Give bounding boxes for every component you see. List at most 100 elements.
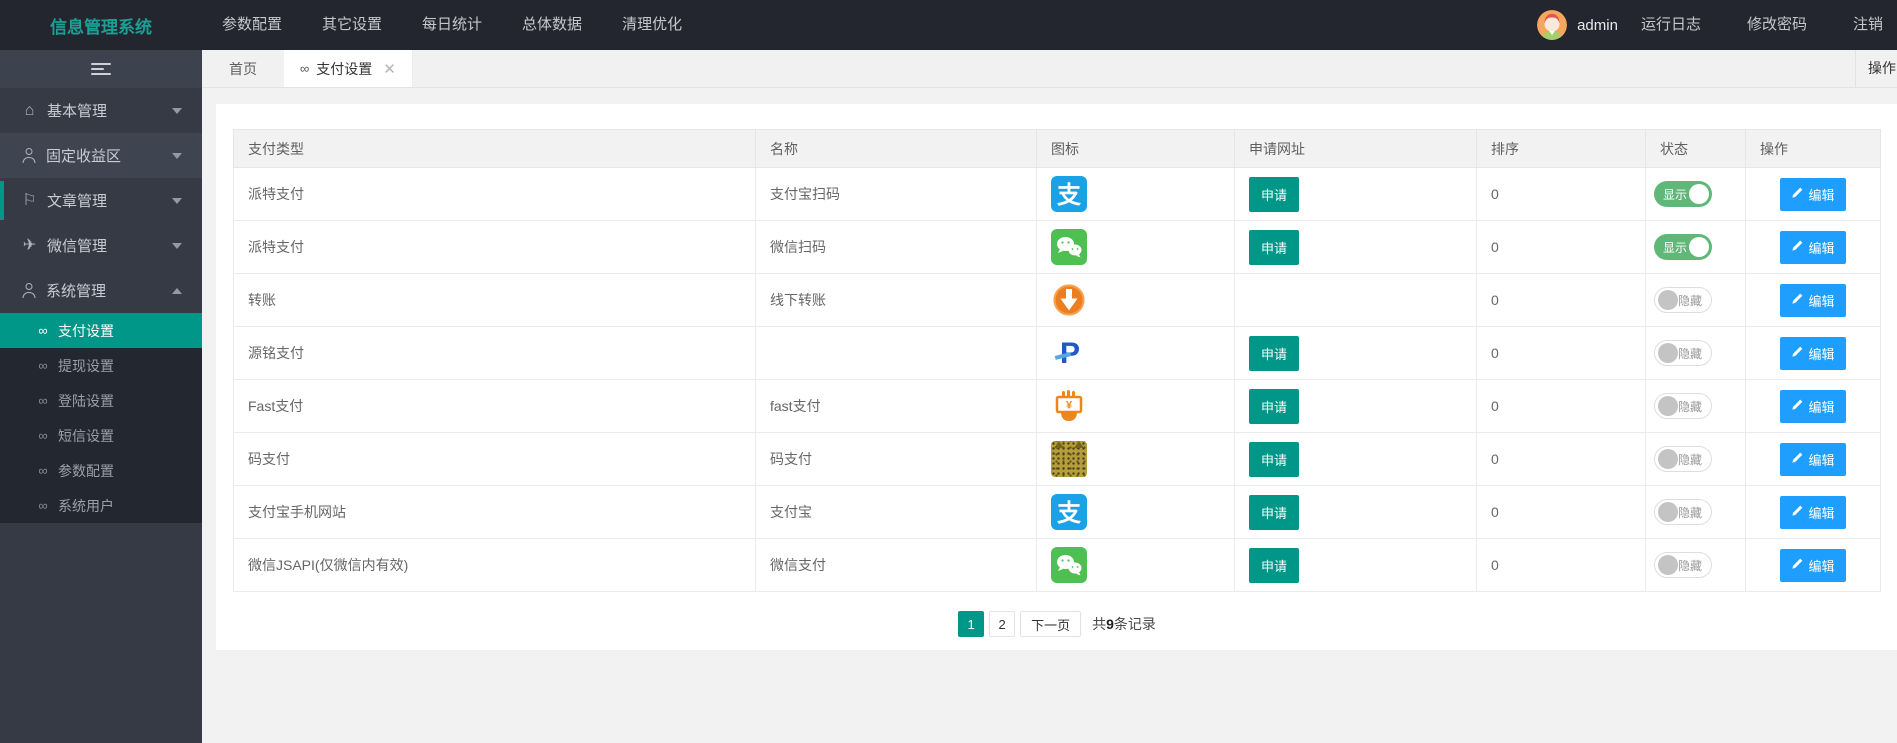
top-menu-item[interactable]: 清理优化 <box>602 0 702 50</box>
top-menu-item[interactable]: 其它设置 <box>302 0 402 50</box>
chevron-down-icon <box>172 108 182 114</box>
navbar-right-item[interactable]: 修改密码 <box>1724 0 1830 50</box>
sidebar-item-label: 固定收益区 <box>46 145 121 166</box>
page-button[interactable]: 2 <box>989 611 1015 637</box>
tab-bar: 首页 ∞ 支付设置 ✕ 操作 <box>202 50 1897 88</box>
edit-button[interactable]: 编辑 <box>1780 549 1845 582</box>
edit-pencil-icon <box>1791 187 1803 202</box>
tab-operations-dropdown[interactable]: 操作 <box>1855 50 1897 87</box>
status-toggle[interactable]: 隐藏 <box>1654 393 1712 419</box>
edit-button[interactable]: 编辑 <box>1780 337 1845 370</box>
top-menu-item[interactable]: 参数配置 <box>202 0 302 50</box>
toggle-label: 隐藏 <box>1678 504 1702 521</box>
sidebar-menu: ⌂基本管理固定收益区⚐文章管理✈微信管理系统管理∞支付设置∞提现设置∞登陆设置∞… <box>0 88 202 523</box>
total-suffix: 条记录 <box>1114 616 1156 632</box>
navbar-right-item[interactable]: 注销 <box>1830 0 1883 50</box>
svg-text:¥: ¥ <box>1066 400 1073 412</box>
payment-type-cell: Fast支付 <box>234 380 756 433</box>
sidebar-item[interactable]: ✈微信管理 <box>0 223 202 268</box>
submenu-item-label: 登陆设置 <box>58 391 114 411</box>
apply-button[interactable]: 申请 <box>1249 177 1299 212</box>
apply-button[interactable]: 申请 <box>1249 548 1299 583</box>
apply-button[interactable]: 申请 <box>1249 336 1299 371</box>
toggle-label: 显示 <box>1663 186 1687 203</box>
apply-button[interactable]: 申请 <box>1249 495 1299 530</box>
edit-button[interactable]: 编辑 <box>1780 443 1845 476</box>
submenu-item[interactable]: ∞提现设置 <box>0 348 202 383</box>
apply-button[interactable]: 申请 <box>1249 442 1299 477</box>
content-card: 支付类型名称图标申请网址排序状态操作 派特支付支付宝扫码支申请0显示编辑派特支付… <box>216 104 1897 650</box>
name-cell <box>756 327 1037 380</box>
action-cell: 编辑 <box>1746 274 1881 327</box>
tab-label: 支付设置 <box>316 59 372 79</box>
top-menu-item[interactable]: 每日统计 <box>402 0 502 50</box>
submenu-item[interactable]: ∞登陆设置 <box>0 383 202 418</box>
submenu-item[interactable]: ∞支付设置 <box>0 313 202 348</box>
status-toggle[interactable]: 显示 <box>1654 181 1712 207</box>
ppay-icon: P <box>1051 335 1087 371</box>
status-toggle[interactable]: 隐藏 <box>1654 340 1712 366</box>
apply-cell: 申请 <box>1235 486 1477 539</box>
apply-button[interactable]: 申请 <box>1249 230 1299 265</box>
edit-button[interactable]: 编辑 <box>1780 231 1845 264</box>
name-cell: 码支付 <box>756 433 1037 486</box>
tab-home[interactable]: 首页 <box>202 50 284 87</box>
next-page-button[interactable]: 下一页 <box>1020 611 1081 637</box>
toggle-knob <box>1658 555 1678 575</box>
status-cell: 显示 <box>1646 168 1746 221</box>
wechat-icon <box>1051 229 1087 265</box>
status-toggle[interactable]: 隐藏 <box>1654 552 1712 578</box>
username[interactable]: admin <box>1577 17 1618 34</box>
submenu-item-label: 短信设置 <box>58 426 114 446</box>
sort-cell: 0 <box>1477 486 1646 539</box>
payment-type-cell: 派特支付 <box>234 168 756 221</box>
sidebar-item[interactable]: 系统管理 <box>0 268 202 313</box>
status-toggle[interactable]: 隐藏 <box>1654 499 1712 525</box>
toggle-knob <box>1658 290 1678 310</box>
sidebar-item[interactable]: ⚐文章管理 <box>0 178 202 223</box>
sidebar-item[interactable]: ⌂基本管理 <box>0 88 202 133</box>
edit-button[interactable]: 编辑 <box>1780 496 1845 529</box>
name-cell: 支付宝扫码 <box>756 168 1037 221</box>
payments-table: 支付类型名称图标申请网址排序状态操作 派特支付支付宝扫码支申请0显示编辑派特支付… <box>233 129 1881 592</box>
table-row: 码支付码支付申请0隐藏编辑 <box>234 433 1881 486</box>
edit-button[interactable]: 编辑 <box>1780 178 1845 211</box>
submenu-item[interactable]: ∞参数配置 <box>0 453 202 488</box>
transfer-icon <box>1051 282 1087 318</box>
submenu-item[interactable]: ∞系统用户 <box>0 488 202 523</box>
table-row: 源铭支付P申请0隐藏编辑 <box>234 327 1881 380</box>
toggle-knob <box>1689 237 1709 257</box>
sidebar-collapse-button[interactable] <box>0 50 202 88</box>
edit-button[interactable]: 编辑 <box>1780 390 1845 423</box>
sort-cell: 0 <box>1477 433 1646 486</box>
submenu-item[interactable]: ∞短信设置 <box>0 418 202 453</box>
column-header: 支付类型 <box>234 130 756 168</box>
table-row: 转账线下转账0隐藏编辑 <box>234 274 1881 327</box>
pagination: 12下一页共9条记录 <box>233 611 1881 637</box>
page-button-active[interactable]: 1 <box>958 611 984 637</box>
app-logo[interactable]: 信息管理系统 <box>0 13 202 38</box>
navbar-right: admin 运行日志修改密码注销 <box>1537 0 1897 50</box>
total-count: 9 <box>1106 616 1114 632</box>
alipay-icon: 支 <box>1051 176 1087 212</box>
status-toggle[interactable]: 隐藏 <box>1654 287 1712 313</box>
fastpay-icon: ¥ <box>1051 388 1087 424</box>
status-toggle[interactable]: 显示 <box>1654 234 1712 260</box>
status-toggle[interactable]: 隐藏 <box>1654 446 1712 472</box>
top-menu-item[interactable]: 总体数据 <box>502 0 602 50</box>
toggle-label: 隐藏 <box>1678 451 1702 468</box>
sidebar-item[interactable]: 固定收益区 <box>0 133 202 178</box>
tab-payment-settings[interactable]: ∞ 支付设置 ✕ <box>284 50 413 87</box>
status-cell: 隐藏 <box>1646 327 1746 380</box>
close-icon[interactable]: ✕ <box>383 60 396 78</box>
avatar[interactable] <box>1537 10 1567 40</box>
apply-cell <box>1235 274 1477 327</box>
icon-cell <box>1037 433 1235 486</box>
edit-label: 编辑 <box>1808 450 1834 469</box>
sort-cell: 0 <box>1477 221 1646 274</box>
navbar-right-item[interactable]: 运行日志 <box>1618 0 1724 50</box>
icon-cell: 支 <box>1037 168 1235 221</box>
edit-button[interactable]: 编辑 <box>1780 284 1845 317</box>
status-cell: 隐藏 <box>1646 274 1746 327</box>
apply-button[interactable]: 申请 <box>1249 389 1299 424</box>
